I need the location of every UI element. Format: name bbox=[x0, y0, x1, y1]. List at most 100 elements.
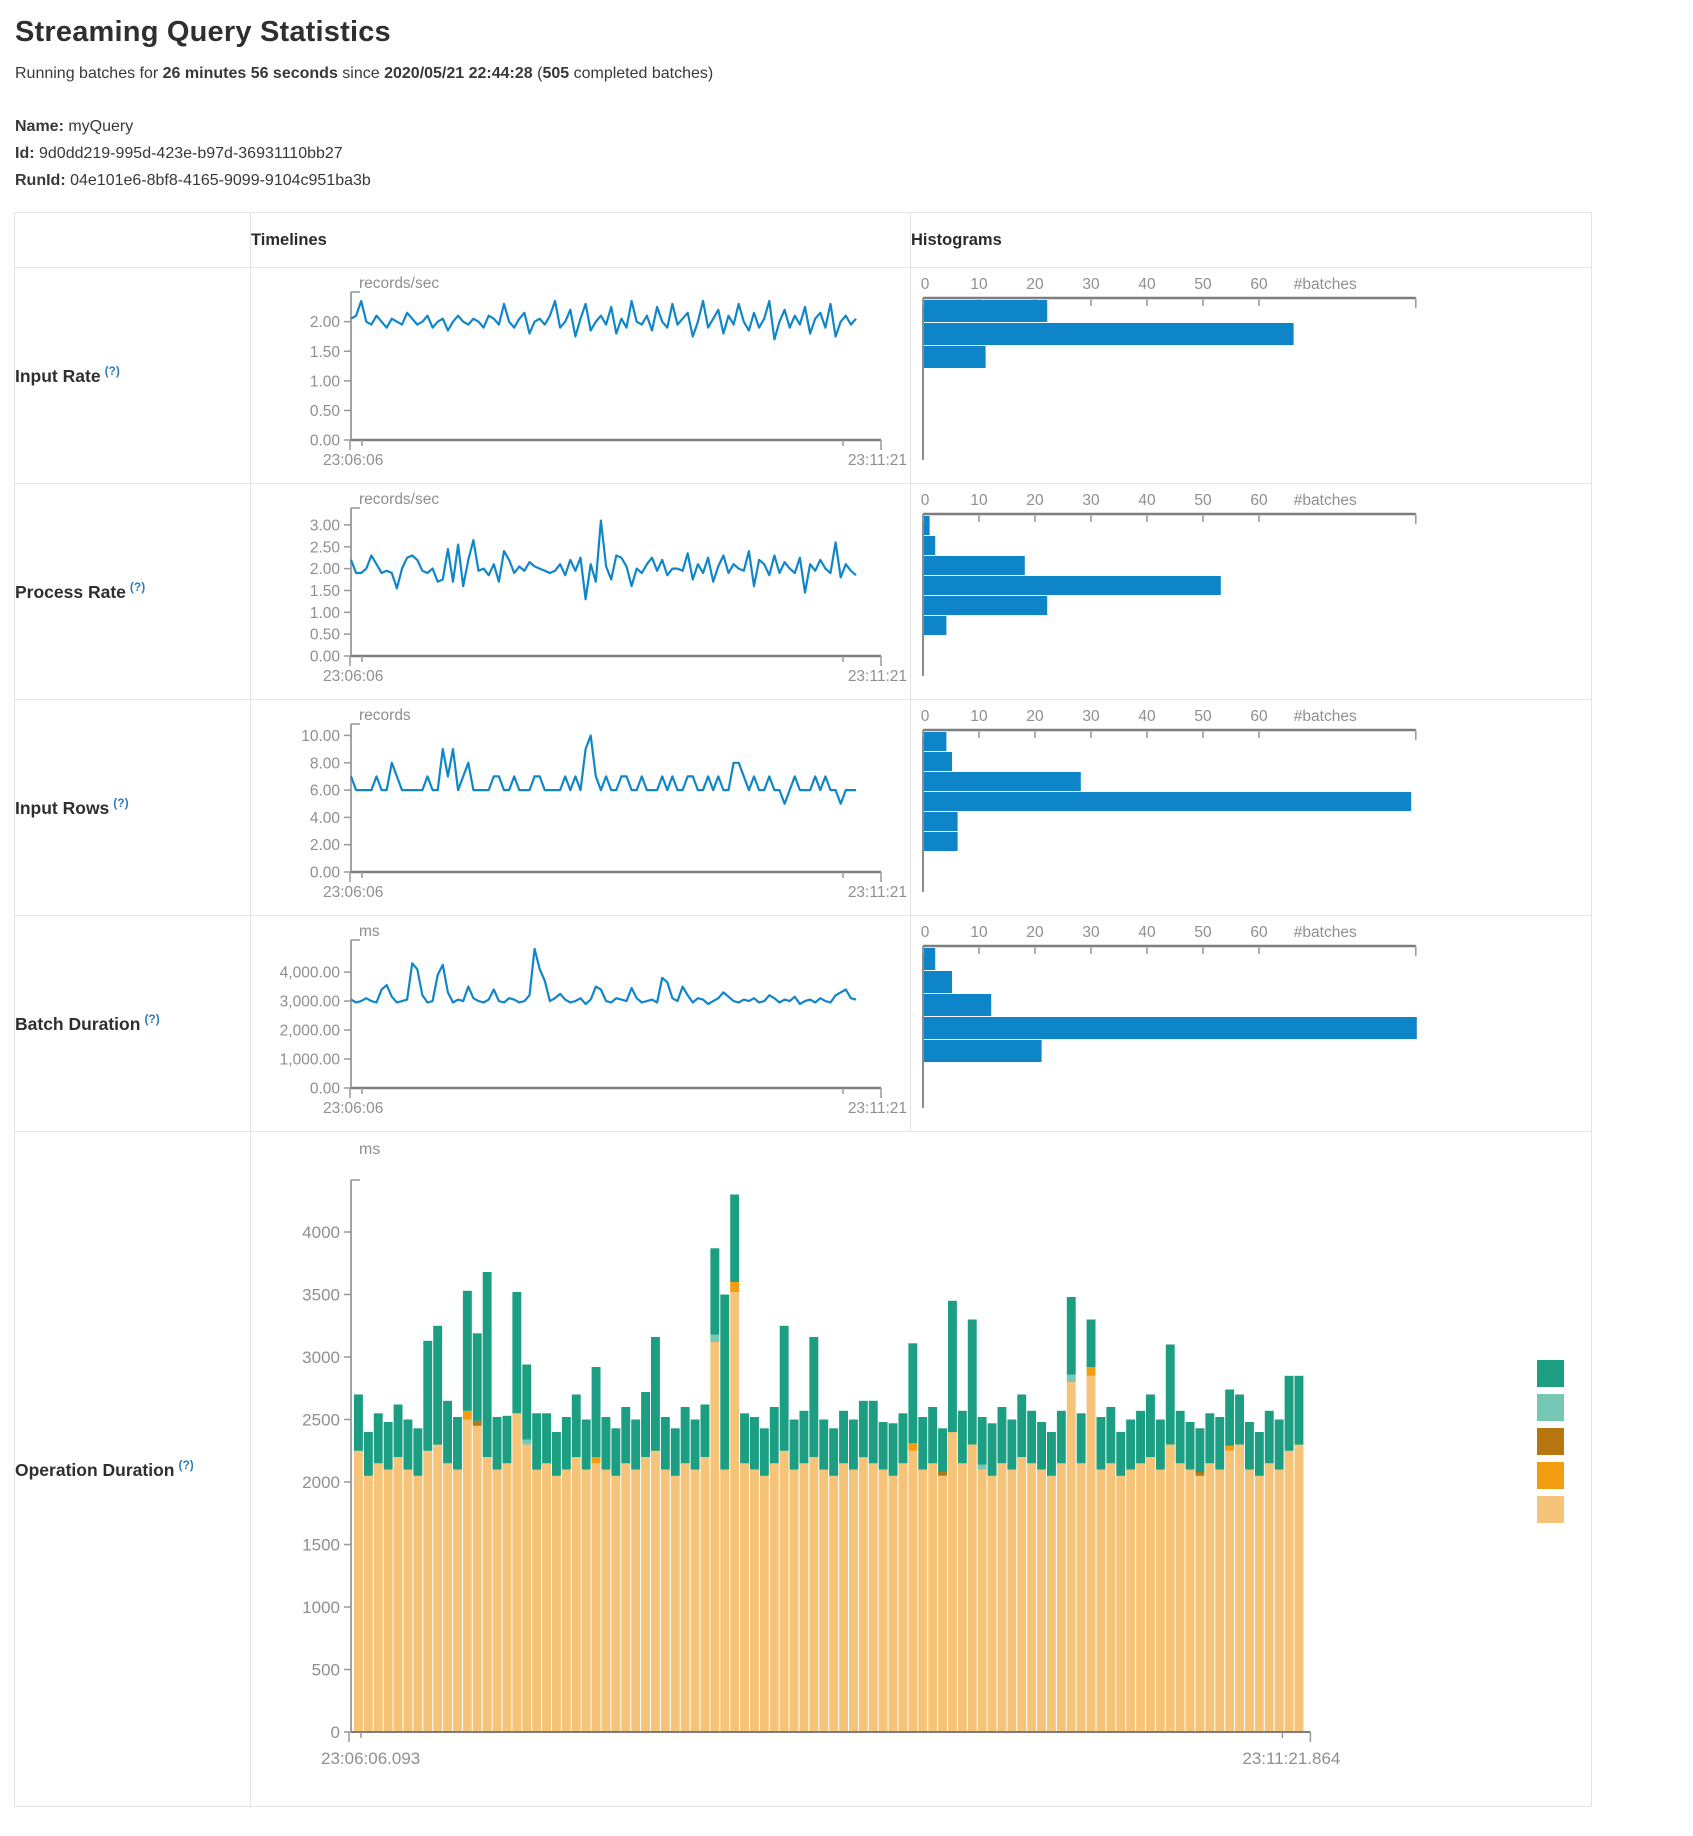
svg-text:2000: 2000 bbox=[302, 1473, 340, 1492]
svg-text:1500: 1500 bbox=[302, 1536, 340, 1555]
page-title: Streaming Query Statistics bbox=[15, 16, 1693, 49]
summary-suffix: completed batches) bbox=[569, 65, 713, 82]
legend-swatch bbox=[1537, 1394, 1564, 1421]
batch-duration-timeline-cell: ms 0.00 1,000.00 2,000.00 3,000.00 4,000.00 23… bbox=[251, 916, 911, 1132]
svg-text:3000: 3000 bbox=[302, 1348, 340, 1367]
id-label: Id: bbox=[15, 145, 35, 162]
input-rows-timeline-chart: records0.002.004.006.008.0010.0023:06:06… bbox=[251, 700, 910, 915]
input-rate-timeline-chart: records/sec0.000.501.001.502.0023:06:062… bbox=[251, 268, 910, 483]
svg-text:2.00: 2.00 bbox=[310, 837, 341, 854]
svg-text:40: 40 bbox=[1138, 276, 1156, 293]
svg-text:#batches: #batches bbox=[1294, 492, 1357, 509]
svg-text:20: 20 bbox=[1026, 708, 1044, 725]
svg-text:20: 20 bbox=[1026, 924, 1044, 941]
svg-text:10: 10 bbox=[970, 708, 988, 725]
svg-text:4,000.00: 4,000.00 bbox=[280, 965, 341, 982]
operation-duration-row: Operation Duration(?) ms0500100015002000… bbox=[15, 1132, 1592, 1807]
row-label-operation-duration: Operation Duration(?) bbox=[15, 1132, 251, 1807]
svg-text:6.00: 6.00 bbox=[310, 783, 341, 800]
since-text: since bbox=[338, 65, 384, 82]
svg-text:60: 60 bbox=[1250, 492, 1268, 509]
svg-text:0.00: 0.00 bbox=[310, 433, 341, 450]
svg-text:1.00: 1.00 bbox=[310, 373, 341, 390]
svg-text:23:11:21: 23:11:21 bbox=[848, 1100, 907, 1117]
input-rows-histogram-cell: 0102030405060#batches bbox=[911, 700, 1592, 916]
svg-text:23:11:21: 23:11:21 bbox=[848, 452, 907, 469]
svg-text:40: 40 bbox=[1138, 708, 1156, 725]
legend-swatch bbox=[1537, 1428, 1564, 1455]
process-rate-timeline-chart: records/sec0.000.501.001.502.002.503.002… bbox=[251, 484, 910, 699]
help-icon[interactable]: (?) bbox=[105, 364, 120, 378]
svg-text:0.50: 0.50 bbox=[310, 403, 341, 420]
svg-text:1.50: 1.50 bbox=[310, 583, 341, 600]
legend-swatch bbox=[1537, 1496, 1564, 1523]
svg-text:0: 0 bbox=[921, 492, 930, 509]
histograms-header: Histograms bbox=[911, 213, 1592, 268]
process-rate-row: Process Rate(?) records/sec0.000.501.001… bbox=[15, 484, 1592, 700]
svg-text:23:06:06: 23:06:06 bbox=[323, 452, 383, 469]
help-icon[interactable]: (?) bbox=[113, 796, 128, 810]
runid-label: RunId: bbox=[15, 172, 66, 189]
svg-text:#batches: #batches bbox=[1294, 924, 1357, 941]
metric-label: Input Rows bbox=[15, 798, 109, 818]
query-id: Id: 9d0dd219-995d-423e-b97d-36931110bb27 bbox=[15, 140, 1693, 167]
metric-column-header bbox=[15, 213, 251, 268]
svg-text:30: 30 bbox=[1082, 708, 1100, 725]
svg-text:30: 30 bbox=[1082, 276, 1100, 293]
name-label: Name: bbox=[15, 118, 64, 135]
input-rate-timeline-cell: records/sec0.000.501.001.502.0023:06:062… bbox=[251, 268, 911, 484]
row-label-input-rows: Input Rows (?) bbox=[15, 700, 251, 916]
svg-text:0.00: 0.00 bbox=[310, 1081, 341, 1098]
svg-text:40: 40 bbox=[1138, 492, 1156, 509]
svg-text:50: 50 bbox=[1194, 276, 1212, 293]
svg-text:2,000.00: 2,000.00 bbox=[280, 1023, 341, 1040]
svg-text:23:11:21: 23:11:21 bbox=[848, 884, 907, 901]
svg-text:23:06:06: 23:06:06 bbox=[323, 668, 383, 685]
svg-text:1,000.00: 1,000.00 bbox=[280, 1052, 341, 1069]
svg-text:60: 60 bbox=[1250, 276, 1268, 293]
process-rate-timeline-cell: records/sec0.000.501.001.502.002.503.002… bbox=[251, 484, 911, 700]
svg-text:3,000.00: 3,000.00 bbox=[280, 994, 341, 1011]
operation-duration-chart: ms0500100015002000250030003500400023:06:… bbox=[251, 1132, 1591, 1806]
svg-text:0.00: 0.00 bbox=[310, 649, 341, 666]
svg-text:records/sec: records/sec bbox=[359, 491, 439, 508]
svg-text:20: 20 bbox=[1026, 276, 1044, 293]
svg-text:ms: ms bbox=[359, 923, 380, 940]
metric-label: Input Rate bbox=[15, 366, 101, 386]
svg-text:0: 0 bbox=[921, 708, 930, 725]
input-rows-histogram-chart: 0102030405060#batches bbox=[911, 700, 1591, 915]
svg-text:2.00: 2.00 bbox=[310, 561, 341, 578]
help-icon[interactable]: (?) bbox=[178, 1458, 193, 1472]
svg-text:50: 50 bbox=[1194, 708, 1212, 725]
svg-text:ms: ms bbox=[359, 1141, 380, 1158]
svg-text:60: 60 bbox=[1250, 924, 1268, 941]
svg-text:40: 40 bbox=[1138, 924, 1156, 941]
svg-text:4000: 4000 bbox=[302, 1223, 340, 1242]
help-icon[interactable]: (?) bbox=[144, 1012, 159, 1026]
runid-value: 04e101e6-8bf8-4165-9099-9104c951ba3b bbox=[66, 172, 371, 189]
help-icon[interactable]: (?) bbox=[130, 580, 145, 594]
svg-text:1000: 1000 bbox=[302, 1598, 340, 1617]
svg-text:20: 20 bbox=[1026, 492, 1044, 509]
svg-text:3.00: 3.00 bbox=[310, 517, 341, 534]
svg-text:50: 50 bbox=[1194, 924, 1212, 941]
svg-text:0: 0 bbox=[331, 1723, 340, 1742]
input-rows-row: Input Rows(?) records0.002.004.006.008.0… bbox=[15, 700, 1592, 916]
query-meta: Name: myQuery Id: 9d0dd219-995d-423e-b97… bbox=[15, 113, 1693, 194]
svg-text:30: 30 bbox=[1082, 924, 1100, 941]
svg-text:2.50: 2.50 bbox=[310, 539, 341, 556]
operation-duration-cell: ms0500100015002000250030003500400023:06:… bbox=[251, 1132, 1592, 1807]
svg-text:3500: 3500 bbox=[302, 1286, 340, 1305]
svg-text:23:06:06: 23:06:06 bbox=[323, 884, 383, 901]
timelines-header: Timelines bbox=[251, 213, 911, 268]
svg-text:#batches: #batches bbox=[1294, 276, 1357, 293]
svg-text:10.00: 10.00 bbox=[301, 728, 340, 745]
svg-text:0: 0 bbox=[921, 924, 930, 941]
svg-text:2500: 2500 bbox=[302, 1411, 340, 1430]
id-value: 9d0dd219-995d-423e-b97d-36931110bb27 bbox=[35, 145, 343, 162]
legend-swatch bbox=[1537, 1360, 1564, 1387]
input-rows-timeline-cell: records0.002.004.006.008.0010.0023:06:06… bbox=[251, 700, 911, 916]
batch-duration-histogram-cell: 0102030405060#batches bbox=[911, 916, 1592, 1132]
start-timestamp: 2020/05/21 22:44:28 bbox=[384, 65, 533, 82]
summary-prefix: Running batches for bbox=[15, 65, 163, 82]
